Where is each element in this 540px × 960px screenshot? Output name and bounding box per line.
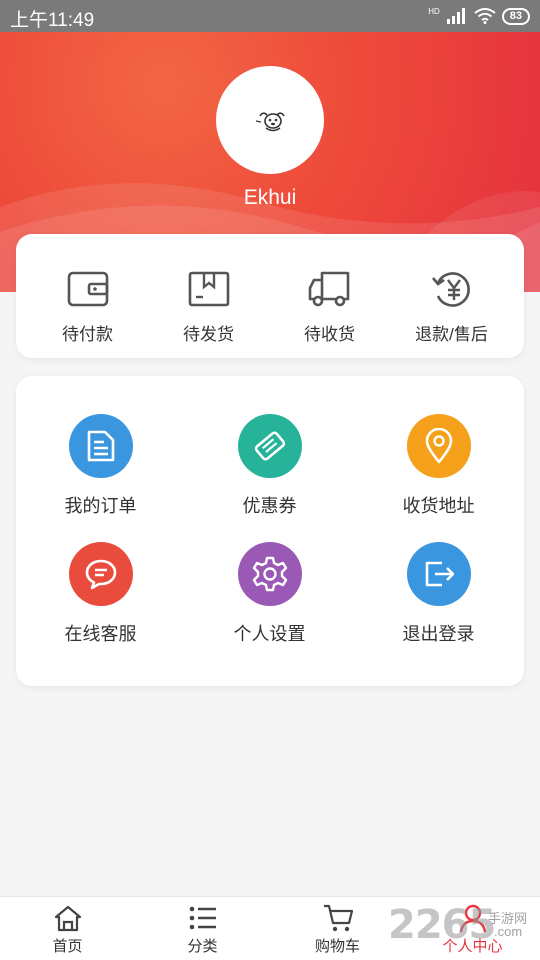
ticket-icon: [254, 431, 285, 461]
status-indicators: HD 83: [428, 7, 530, 25]
network-label: HD: [428, 7, 440, 16]
tab-label: 分类: [187, 938, 218, 955]
menu-icon-circle: [406, 542, 471, 606]
menu-label: 个人设置: [233, 624, 306, 644]
tab-home[interactable]: 首页: [0, 903, 135, 956]
username: Ekhui: [243, 186, 297, 209]
package-icon: [188, 271, 229, 307]
tab-profile[interactable]: 个人中心: [405, 903, 540, 956]
user-icon: [459, 904, 486, 933]
list-icon: [189, 906, 216, 930]
tab-label: 首页: [52, 938, 83, 955]
order-label: 待付款: [62, 325, 113, 344]
tab-category[interactable]: 分类: [135, 903, 270, 956]
gear-icon: [252, 556, 287, 592]
menu-coupons[interactable]: 优惠券: [185, 414, 354, 518]
order-label: 退款/售后: [415, 325, 488, 344]
order-label: 待收货: [304, 325, 355, 344]
menu-icon-circle: [68, 542, 133, 606]
menu-label: 收货地址: [402, 496, 475, 516]
menu-addresses[interactable]: 收货地址: [354, 414, 523, 518]
bottom-tab-bar: 首页 分类 购物车 个人中心: [0, 896, 540, 960]
feature-menu-card: 我的订单 优惠券 收货地址 在线客服 个人设置 退出登录: [16, 376, 524, 686]
order-pending-receipt[interactable]: 待收货: [266, 268, 393, 345]
status-time: 上午11:49: [10, 10, 95, 31]
menu-logout[interactable]: 退出登录: [354, 542, 523, 646]
tab-label: 购物车: [314, 938, 360, 955]
logout-icon: [425, 561, 454, 587]
avatar[interactable]: [216, 66, 324, 174]
menu-icon-circle: [237, 414, 302, 478]
menu-label: 我的订单: [64, 496, 137, 516]
menu-label: 退出登录: [402, 624, 475, 644]
order-pending-shipment[interactable]: 待发货: [145, 268, 272, 345]
order-refund[interactable]: 退款/售后: [388, 268, 515, 345]
wallet-icon: [67, 271, 108, 307]
menu-icon-circle: [237, 542, 302, 606]
cart-icon: [323, 904, 353, 932]
wifi-icon: [474, 8, 496, 24]
document-icon: [87, 430, 114, 462]
chat-bubble-icon: [85, 559, 116, 590]
signal-icon: [446, 8, 465, 24]
truck-icon: [308, 271, 349, 307]
menu-my-orders[interactable]: 我的订单: [16, 414, 185, 518]
tab-cart[interactable]: 购物车: [270, 903, 405, 956]
menu-label: 优惠券: [242, 496, 297, 516]
menu-icon-circle: [406, 414, 471, 478]
menu-label: 在线客服: [64, 624, 137, 644]
home-icon: [54, 905, 81, 932]
order-pending-payment[interactable]: 待付款: [24, 268, 151, 345]
location-pin-icon: [425, 428, 452, 464]
order-status-card: 待付款 待发货 待收货 退款/售后: [16, 234, 524, 358]
order-label: 待发货: [183, 325, 234, 344]
menu-settings[interactable]: 个人设置: [185, 542, 354, 646]
battery-indicator: 83: [501, 7, 530, 25]
menu-customer-service[interactable]: 在线客服: [16, 542, 185, 646]
status-bar: 上午11:49 HD 83: [0, 0, 540, 32]
refund-yen-icon: [431, 272, 470, 307]
dog-avatar-icon: [255, 112, 285, 132]
menu-icon-circle: [68, 414, 133, 478]
tab-label: 个人中心: [442, 938, 503, 955]
